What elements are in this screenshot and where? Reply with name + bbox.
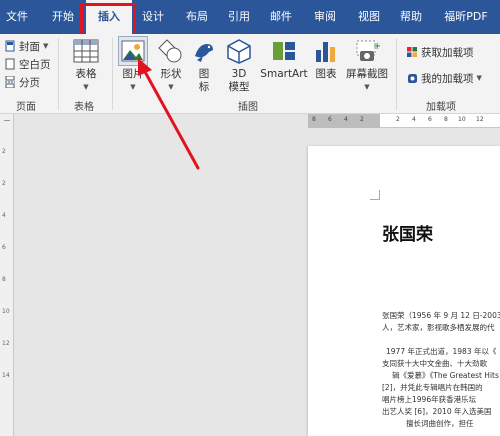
annotation-arrow (138, 58, 200, 170)
